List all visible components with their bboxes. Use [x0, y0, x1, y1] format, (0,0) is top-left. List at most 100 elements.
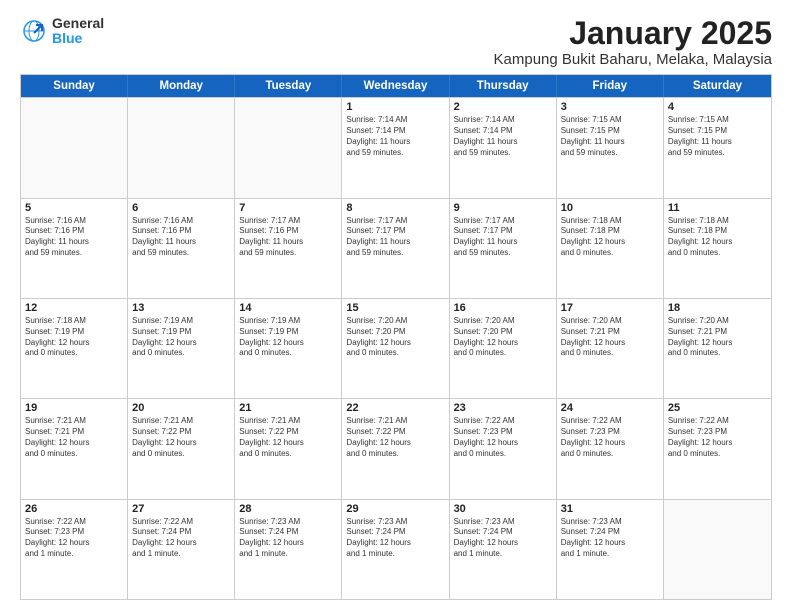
day-info: Sunrise: 7:17 AMSunset: 7:17 PMDaylight:…: [454, 216, 552, 259]
calendar-cell: 28 Sunrise: 7:23 AMSunset: 7:24 PMDayligh…: [235, 500, 342, 599]
calendar-cell: 21Sunrise: 7:21 AMSunset: 7:22 PMDayligh…: [235, 399, 342, 498]
calendar-cell: 22 Sunrise: 7:21 AMSunset: 7:22 PMDayligh…: [342, 399, 449, 498]
day-info: Sunrise: 7:22 AMSunset: 7:23 PMDaylight:…: [561, 416, 659, 459]
day-number: 27: [132, 503, 230, 515]
day-number: 18: [668, 302, 767, 314]
calendar-cell: 10 Sunrise: 7:18 AMSunset: 7:18 PMDayligh…: [557, 199, 664, 298]
day-info: Sunrise: 7:18 AMSunset: 7:18 PMDaylight:…: [561, 216, 659, 259]
calendar-cell: 24 Sunrise: 7:22 AMSunset: 7:23 PMDayligh…: [557, 399, 664, 498]
day-info: Sunrise: 7:21 AMSunset: 7:21 PMDaylight:…: [25, 416, 123, 459]
day-number: 10: [561, 202, 659, 214]
day-info: Sunrise: 7:21 AMSunset: 7:22 PMDaylight:…: [346, 416, 444, 459]
day-number: 2: [454, 101, 552, 113]
calendar-header-cell: Saturday: [664, 75, 771, 97]
day-number: 16: [454, 302, 552, 314]
title-location: Kampung Bukit Baharu, Melaka, Malaysia: [494, 51, 772, 68]
calendar-cell: 7 Sunrise: 7:17 AMSunset: 7:16 PMDaylight…: [235, 199, 342, 298]
day-number: 7: [239, 202, 337, 214]
calendar-cell: 17 Sunrise: 7:20 AMSunset: 7:21 PMDayligh…: [557, 299, 664, 398]
day-info: Sunrise: 7:18 AMSunset: 7:18 PMDaylight:…: [668, 216, 767, 259]
day-number: 25: [668, 402, 767, 414]
day-number: 20: [132, 402, 230, 414]
calendar-cell: 11 Sunrise: 7:18 AMSunset: 7:18 PMDayligh…: [664, 199, 771, 298]
day-info: Sunrise: 7:14 AMSunset: 7:14 PMDaylight:…: [454, 115, 552, 158]
calendar-header-cell: Friday: [557, 75, 664, 97]
day-number: 29: [346, 503, 444, 515]
day-number: 23: [454, 402, 552, 414]
calendar-header: SundayMondayTuesdayWednesdayThursdayFrid…: [21, 75, 771, 97]
day-number: 1: [346, 101, 444, 113]
day-info: Sunrise: 7:14 AMSunset: 7:14 PMDaylight:…: [346, 115, 444, 158]
day-info: Sunrise: 7:20 AMSunset: 7:20 PMDaylight:…: [454, 316, 552, 359]
calendar: SundayMondayTuesdayWednesdayThursdayFrid…: [20, 74, 772, 600]
calendar-cell: 5 Sunrise: 7:16 AMSunset: 7:16 PMDaylight…: [21, 199, 128, 298]
calendar-header-cell: Tuesday: [235, 75, 342, 97]
day-info: Sunrise: 7:20 AMSunset: 7:21 PMDaylight:…: [561, 316, 659, 359]
day-info: Sunrise: 7:18 AMSunset: 7:19 PMDaylight:…: [25, 316, 123, 359]
calendar-header-cell: Thursday: [450, 75, 557, 97]
calendar-week: 19Sunrise: 7:21 AMSunset: 7:21 PMDayligh…: [21, 398, 771, 498]
logo-general-label: General: [52, 16, 104, 31]
day-info: Sunrise: 7:20 AMSunset: 7:20 PMDaylight:…: [346, 316, 444, 359]
day-number: 24: [561, 402, 659, 414]
day-number: 8: [346, 202, 444, 214]
day-number: 17: [561, 302, 659, 314]
calendar-body: 1 Sunrise: 7:14 AMSunset: 7:14 PMDaylight…: [21, 97, 771, 599]
day-info: Sunrise: 7:17 AMSunset: 7:17 PMDaylight:…: [346, 216, 444, 259]
day-number: 3: [561, 101, 659, 113]
day-info: Sunrise: 7:22 AMSunset: 7:23 PMDaylight:…: [668, 416, 767, 459]
calendar-header-cell: Sunday: [21, 75, 128, 97]
day-number: 9: [454, 202, 552, 214]
calendar-cell: [664, 500, 771, 599]
day-info: Sunrise: 7:21 AMSunset: 7:22 PMDaylight:…: [132, 416, 230, 459]
day-number: 6: [132, 202, 230, 214]
day-info: Sunrise: 7:17 AMSunset: 7:16 PMDaylight:…: [239, 216, 337, 259]
calendar-cell: [21, 98, 128, 197]
day-number: 4: [668, 101, 767, 113]
logo-text: General Blue: [52, 16, 104, 47]
calendar-cell: 27Sunrise: 7:22 AMSunset: 7:24 PMDayligh…: [128, 500, 235, 599]
day-info: Sunrise: 7:19 AMSunset: 7:19 PMDaylight:…: [132, 316, 230, 359]
day-info: Sunrise: 7:19 AMSunset: 7:19 PMDaylight:…: [239, 316, 337, 359]
day-info: Sunrise: 7:16 AMSunset: 7:16 PMDaylight:…: [132, 216, 230, 259]
day-number: 26: [25, 503, 123, 515]
day-info: Sunrise: 7:23 AMSunset: 7:24 PMDaylight:…: [239, 517, 337, 560]
day-number: 14: [239, 302, 337, 314]
day-number: 5: [25, 202, 123, 214]
calendar-cell: 3Sunrise: 7:15 AMSunset: 7:15 PMDaylight…: [557, 98, 664, 197]
calendar-cell: 20 Sunrise: 7:21 AMSunset: 7:22 PMDayligh…: [128, 399, 235, 498]
day-number: 22: [346, 402, 444, 414]
calendar-header-cell: Wednesday: [342, 75, 449, 97]
logo: General Blue: [20, 16, 104, 47]
calendar-cell: 30Sunrise: 7:23 AMSunset: 7:24 PMDayligh…: [450, 500, 557, 599]
title-block: January 2025 Kampung Bukit Baharu, Melak…: [494, 16, 772, 68]
day-info: Sunrise: 7:22 AMSunset: 7:23 PMDaylight:…: [25, 517, 123, 560]
calendar-cell: 15Sunrise: 7:20 AMSunset: 7:20 PMDayligh…: [342, 299, 449, 398]
logo-blue-label: Blue: [52, 31, 104, 46]
logo-icon: [20, 17, 48, 45]
title-month: January 2025: [494, 16, 772, 51]
calendar-cell: 4 Sunrise: 7:15 AMSunset: 7:15 PMDaylight…: [664, 98, 771, 197]
calendar-header-cell: Monday: [128, 75, 235, 97]
calendar-cell: 9 Sunrise: 7:17 AMSunset: 7:17 PMDaylight…: [450, 199, 557, 298]
day-number: 11: [668, 202, 767, 214]
day-info: Sunrise: 7:23 AMSunset: 7:24 PMDaylight:…: [561, 517, 659, 560]
calendar-cell: 8 Sunrise: 7:17 AMSunset: 7:17 PMDaylight…: [342, 199, 449, 298]
page: General Blue January 2025 Kampung Bukit …: [0, 0, 792, 612]
day-number: 28: [239, 503, 337, 515]
calendar-cell: 31 Sunrise: 7:23 AMSunset: 7:24 PMDayligh…: [557, 500, 664, 599]
calendar-week: 26 Sunrise: 7:22 AMSunset: 7:23 PMDayligh…: [21, 499, 771, 599]
day-info: Sunrise: 7:20 AMSunset: 7:21 PMDaylight:…: [668, 316, 767, 359]
day-number: 31: [561, 503, 659, 515]
day-info: Sunrise: 7:22 AMSunset: 7:23 PMDaylight:…: [454, 416, 552, 459]
calendar-cell: 16 Sunrise: 7:20 AMSunset: 7:20 PMDayligh…: [450, 299, 557, 398]
calendar-cell: 18 Sunrise: 7:20 AMSunset: 7:21 PMDayligh…: [664, 299, 771, 398]
calendar-week: 5 Sunrise: 7:16 AMSunset: 7:16 PMDaylight…: [21, 198, 771, 298]
day-info: Sunrise: 7:16 AMSunset: 7:16 PMDaylight:…: [25, 216, 123, 259]
calendar-cell: 13Sunrise: 7:19 AMSunset: 7:19 PMDayligh…: [128, 299, 235, 398]
calendar-cell: 14 Sunrise: 7:19 AMSunset: 7:19 PMDayligh…: [235, 299, 342, 398]
calendar-cell: 25 Sunrise: 7:22 AMSunset: 7:23 PMDayligh…: [664, 399, 771, 498]
day-number: 30: [454, 503, 552, 515]
day-info: Sunrise: 7:15 AMSunset: 7:15 PMDaylight:…: [668, 115, 767, 158]
header: General Blue January 2025 Kampung Bukit …: [20, 16, 772, 68]
